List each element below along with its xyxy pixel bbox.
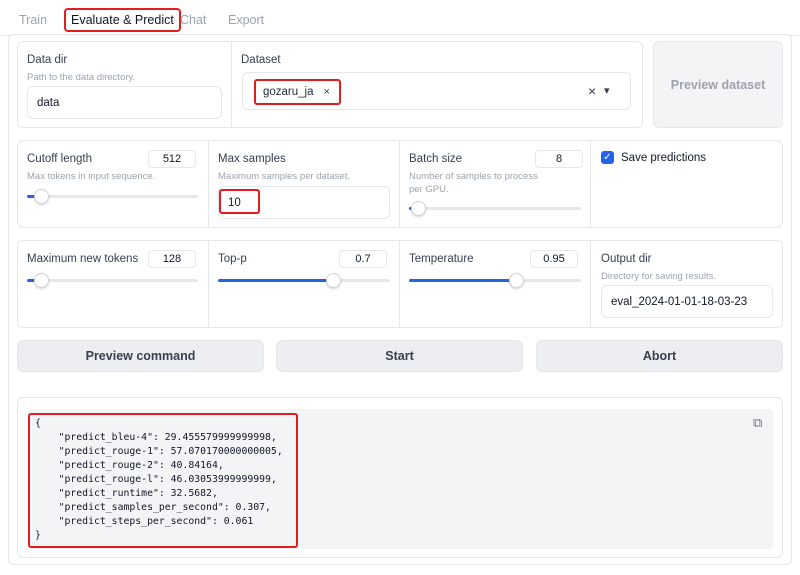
output-line: { — [35, 418, 41, 429]
tab-chat[interactable]: Chat — [180, 8, 206, 32]
dataset-chip-label: gozaru_ja — [263, 86, 314, 98]
top-p-thumb[interactable] — [326, 273, 342, 288]
output-line: } — [35, 530, 41, 541]
temperature-thumb[interactable] — [508, 273, 524, 288]
temperature-slider[interactable] — [409, 273, 581, 288]
tab-bar: Train Evaluate & Predict Chat Export — [0, 0, 800, 36]
output-line: "predict_steps_per_second": 0.061 — [35, 516, 254, 527]
output-dir-info: Directory for saving results. — [601, 271, 717, 282]
max-new-tokens-input[interactable]: 128 — [148, 250, 196, 268]
cutoff-length-label: Cutoff length — [27, 153, 93, 165]
output-line: "predict_rouge-1": 57.070170000000005, — [35, 446, 283, 457]
cutoff-length-thumb[interactable] — [33, 189, 49, 204]
output-dir-input[interactable]: eval_2024-01-01-18-03-23 — [601, 285, 773, 318]
max-samples-block: Max samples Maximum samples per dataset.… — [209, 141, 400, 227]
max-new-tokens-slider[interactable] — [27, 273, 198, 288]
max-new-tokens-label: Maximum new tokens — [27, 253, 139, 265]
dataset-block: Dataset gozaru_ja × × ▾ — [232, 42, 644, 127]
dataset-chip: gozaru_ja × — [254, 79, 341, 105]
output-line: "predict_rouge-2": 40.84164, — [35, 460, 224, 471]
dataset-dropdown[interactable]: gozaru_ja × × ▾ — [242, 72, 631, 110]
top-p-slider[interactable] — [218, 273, 390, 288]
max-samples-info: Maximum samples per dataset. — [218, 171, 350, 182]
save-predictions-label: Save predictions — [621, 152, 707, 164]
temperature-label: Temperature — [409, 253, 474, 265]
output-line: "predict_runtime": 32.5682, — [35, 488, 218, 499]
tab-evaluate-predict[interactable]: Evaluate & Predict — [64, 8, 181, 32]
temperature-input[interactable]: 0.95 — [530, 250, 578, 268]
temperature-fill — [409, 279, 516, 282]
save-predictions-checkbox[interactable]: ✓ — [601, 151, 614, 164]
tab-export[interactable]: Export — [228, 8, 264, 32]
abort-button[interactable]: Abort — [536, 340, 783, 372]
output-dir-value: eval_2024-01-01-18-03-23 — [611, 295, 748, 308]
batch-size-block: Batch size Number of samples to process … — [400, 141, 591, 227]
data-dir-info: Path to the data directory. — [27, 72, 136, 83]
batch-size-label: Batch size — [409, 153, 463, 165]
output-dir-block: Output dir Directory for saving results.… — [591, 241, 784, 327]
top-p-label: Top-p — [218, 253, 247, 265]
sampling-row: Cutoff length Max tokens in input sequen… — [17, 140, 783, 228]
output-code-block: { "predict_bleu-4": 29.455579999999998, … — [28, 409, 773, 549]
clear-icon[interactable]: × — [588, 83, 596, 99]
temperature-block: Temperature 0.95 — [400, 241, 591, 327]
batch-size-info: Number of samples to process per GPU. — [409, 171, 538, 195]
chevron-down-icon[interactable]: ▾ — [604, 84, 610, 97]
max-samples-highlight — [219, 189, 260, 214]
top-p-block: Top-p 0.7 — [209, 241, 400, 327]
batch-size-slider[interactable] — [409, 201, 581, 216]
preview-dataset-button[interactable]: Preview dataset — [653, 41, 783, 128]
tab-train[interactable]: Train — [19, 8, 47, 32]
data-dir-block: Data dir Path to the data directory. dat… — [18, 42, 232, 127]
max-new-tokens-block: Maximum new tokens 128 — [18, 241, 209, 327]
start-button[interactable]: Start — [276, 340, 523, 372]
cutoff-length-input[interactable]: 512 — [148, 150, 196, 168]
dataset-label: Dataset — [241, 54, 281, 66]
batch-size-thumb[interactable] — [410, 201, 426, 216]
output-line: "predict_bleu-4": 29.455579999999998, — [35, 432, 277, 443]
cutoff-length-slider[interactable] — [27, 189, 198, 204]
cutoff-length-info: Max tokens in input sequence. — [27, 171, 156, 182]
max-new-tokens-thumb[interactable] — [33, 273, 49, 288]
top-p-input[interactable]: 0.7 — [339, 250, 387, 268]
copy-icon[interactable]: ⧉ — [753, 415, 762, 431]
output-dir-label: Output dir — [601, 253, 652, 265]
output-line: "predict_rouge-l": 46.03053999999999, — [35, 474, 277, 485]
chip-remove-icon[interactable]: × — [324, 86, 330, 98]
max-samples-label: Max samples — [218, 153, 286, 165]
data-row: Data dir Path to the data directory. dat… — [17, 41, 643, 128]
output-line: "predict_samples_per_second": 0.307, — [35, 502, 271, 513]
save-predictions-block: ✓ Save predictions — [591, 141, 784, 227]
batch-size-input[interactable]: 8 — [535, 150, 583, 168]
data-dir-input[interactable]: data — [27, 86, 222, 119]
data-dir-label: Data dir — [27, 54, 68, 66]
top-p-fill — [218, 279, 334, 282]
cutoff-length-block: Cutoff length Max tokens in input sequen… — [18, 141, 209, 227]
data-dir-value: data — [37, 96, 60, 109]
generation-row: Maximum new tokens 128 Top-p 0.7 Tempera… — [17, 240, 783, 328]
preview-command-button[interactable]: Preview command — [17, 340, 264, 372]
